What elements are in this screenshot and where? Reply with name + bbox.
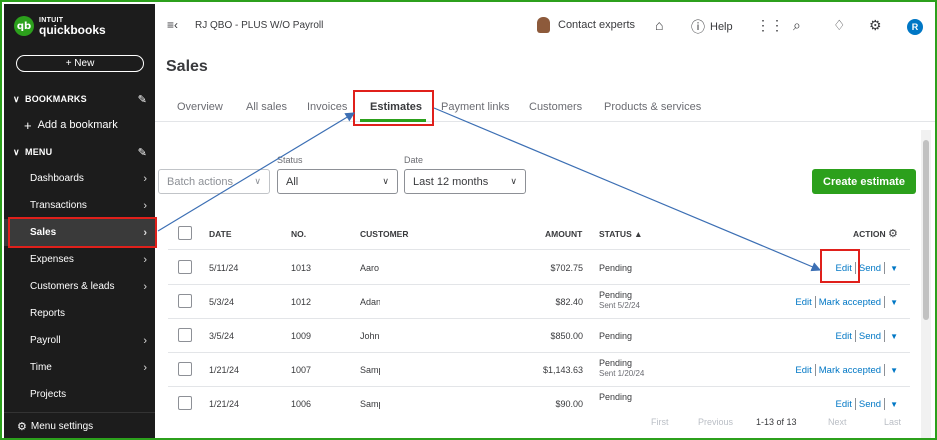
arrow-estimates-to-edit	[433, 107, 822, 272]
arrow-sales-to-estimates	[157, 112, 356, 232]
annotation-arrows	[157, 107, 822, 272]
app-window: qb INTUIT quickbooks + New ∨ BOOKMARKS ✎…	[0, 0, 937, 440]
